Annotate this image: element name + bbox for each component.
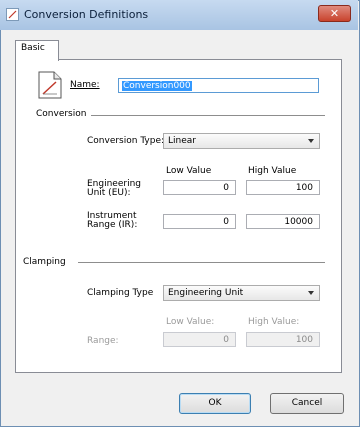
- conversion-type-value: Linear: [168, 136, 196, 146]
- tab-basic[interactable]: Basic: [15, 40, 59, 61]
- name-value: Conversion000: [122, 81, 192, 91]
- clamping-type-label: Clamping Type: [87, 288, 154, 298]
- window-title: Conversion Definitions: [24, 8, 149, 21]
- clamping-high-header: High Value:: [248, 317, 300, 327]
- ir-low-field[interactable]: 0: [163, 214, 236, 229]
- clamping-type-select[interactable]: Engineering Unit: [163, 285, 320, 301]
- ok-button[interactable]: OK: [179, 393, 251, 414]
- clamping-low-header: Low Value:: [166, 317, 215, 327]
- name-field[interactable]: Conversion000: [118, 78, 319, 93]
- ir-label-line2: Range (IR):: [87, 220, 138, 230]
- conversion-divider: [91, 115, 325, 116]
- chevron-down-icon: [308, 291, 314, 295]
- eu-low-field[interactable]: 0: [163, 180, 236, 195]
- close-button[interactable]: ✕: [318, 5, 351, 22]
- clamping-divider: [78, 262, 325, 263]
- range-low-field: 0: [163, 332, 236, 347]
- conversion-section-label: Conversion: [36, 109, 87, 119]
- range-high-field: 100: [246, 332, 320, 347]
- cancel-button[interactable]: Cancel: [270, 393, 344, 414]
- conversion-type-select[interactable]: Linear: [163, 133, 320, 149]
- conversion-high-header: High Value: [248, 166, 297, 176]
- ir-label: Instrument Range (IR):: [87, 212, 137, 230]
- ir-high-field[interactable]: 10000: [246, 214, 320, 229]
- eu-label: Engineering Unit (EU):: [87, 180, 141, 198]
- name-label: Name:: [70, 80, 100, 90]
- eu-label-line2: Unit (EU):: [87, 188, 131, 198]
- clamping-type-value: Engineering Unit: [168, 288, 244, 298]
- clamping-section-label: Clamping: [23, 257, 66, 267]
- app-icon: [6, 8, 19, 21]
- range-label: Range:: [87, 336, 119, 346]
- conversion-low-header: Low Value: [166, 166, 212, 176]
- conversion-document-icon: [38, 71, 62, 102]
- eu-high-field[interactable]: 100: [246, 180, 320, 195]
- chevron-down-icon: [308, 139, 314, 143]
- conversion-type-label: Conversion Type:: [87, 136, 165, 146]
